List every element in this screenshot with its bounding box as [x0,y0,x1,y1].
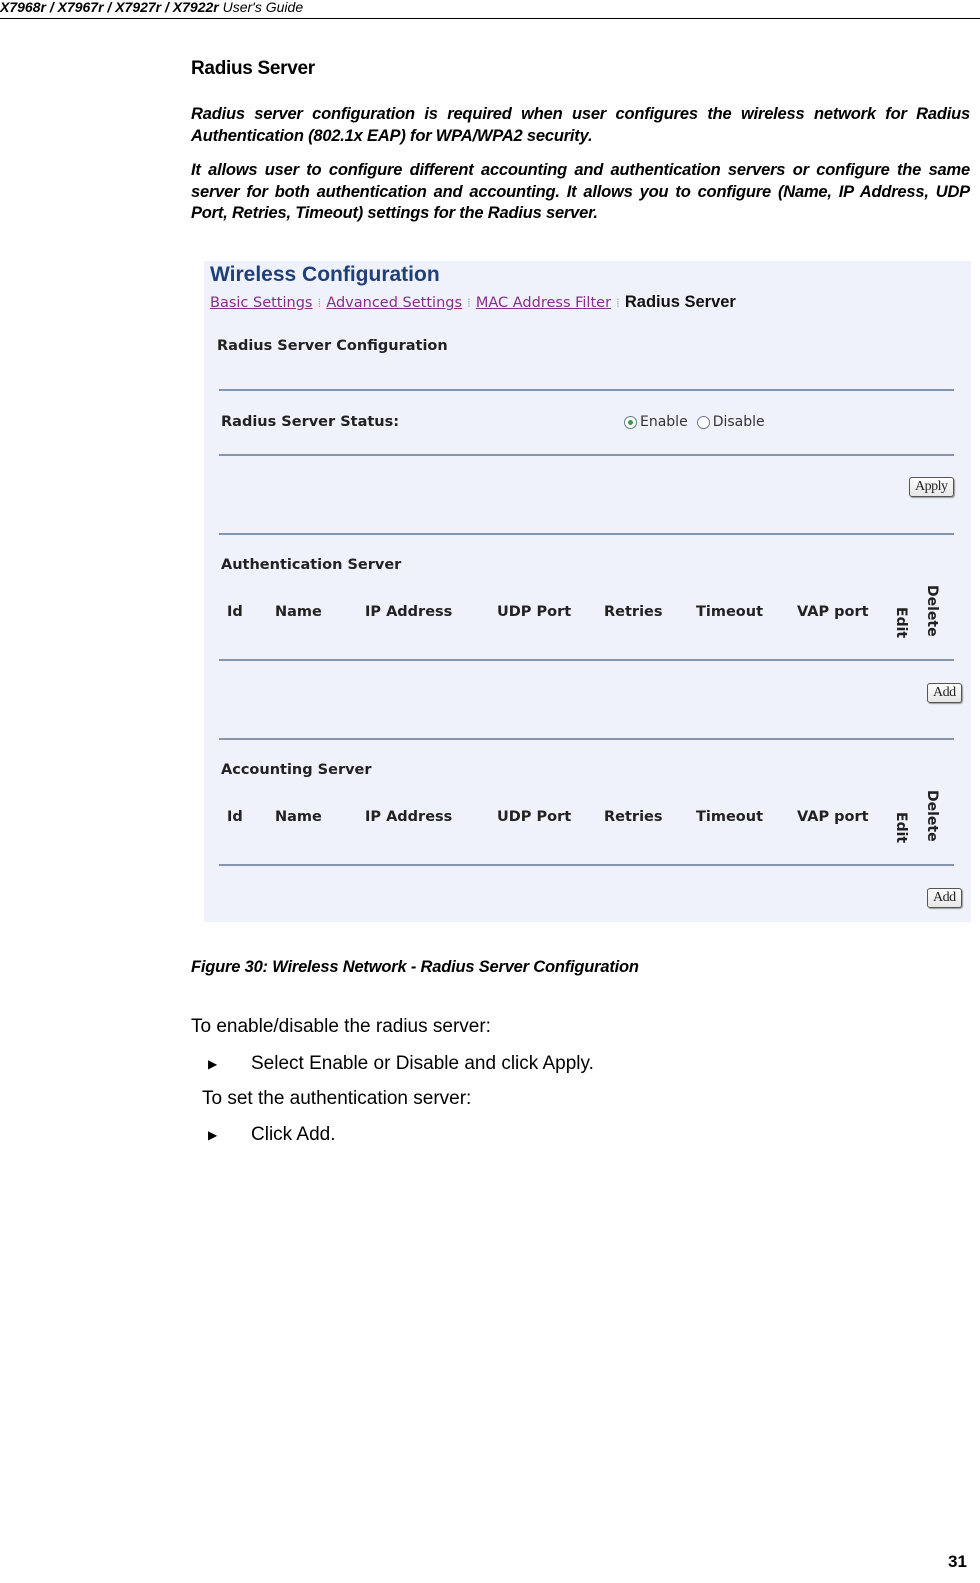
tab-basic-settings[interactable]: Basic Settings [210,295,312,311]
radius-server-screenshot: Wireless Configuration Basic Settings ⁞ Ad… [204,261,971,922]
column-header-retries: Retries [604,604,663,620]
divider [219,389,954,391]
intro-paragraph-2: It allows user to configure different ac… [191,161,970,222]
figure-caption: Figure 30: Wireless Network - Radius Ser… [191,958,639,976]
column-header-name: Name [275,809,322,825]
enable-radio[interactable] [624,415,637,429]
section-title: Radius Server [191,58,315,79]
column-header-delete: Delete [924,585,940,637]
column-header-vap-port: VAP port [797,809,869,825]
column-header-ip-address: IP Address [365,809,453,825]
add-accounting-server-button[interactable]: Add [927,888,962,908]
intro-paragraph-1: Radius server configuration is required … [191,105,970,145]
page-number: 31 [948,1552,967,1571]
radius-server-configuration-heading: Radius Server Configuration [217,338,448,354]
tab-advanced-settings[interactable]: Advanced Settings [326,295,462,311]
authentication-server-heading: Authentication Server [221,557,402,573]
wireless-configuration-title: Wireless Configuration [210,263,440,286]
divider [219,659,954,661]
disable-radio[interactable] [696,415,710,429]
divider [219,864,954,866]
column-header-udp-port: UDP Port [497,809,572,825]
divider [219,454,954,456]
column-header-timeout: Timeout [696,809,764,825]
enable-radio-label[interactable]: Enable [640,414,688,430]
tab-separator: ⁞ [467,296,471,310]
divider [219,533,954,535]
bullet-arrow-icon: ▶ [208,1128,218,1142]
tab-bar: Basic Settings ⁞ Advanced Settings ⁞ MAC Add… [210,293,736,312]
instruction-step-add: Click Add. [251,1124,336,1145]
divider [219,738,954,740]
apply-button[interactable]: Apply [909,477,954,497]
disable-radio-label[interactable]: Disable [713,414,765,430]
header-models: X7968r / X7967r / X7927r / X7922r [0,0,219,15]
column-header-delete: Delete [924,790,940,842]
column-header-vap-port: VAP port [797,604,869,620]
bullet-arrow-icon: ▶ [208,1057,218,1071]
tab-separator: ⁞ [317,296,322,310]
radius-server-status-label: Radius Server Status: [221,414,400,430]
column-header-id: Id [227,604,243,620]
add-authentication-server-button[interactable]: Add [927,683,962,703]
column-header-ip-address: IP Address [365,604,453,620]
instruction-enable-intro: To enable/disable the radius server: [191,1016,491,1037]
running-header: X7968r / X7967r / X7927r / X7922r User's… [0,0,980,19]
column-header-udp-port: UDP Port [497,604,572,620]
tab-mac-address-filter[interactable]: MAC Address Filter [476,295,611,311]
status-radio-group: Enable Disable [624,414,774,430]
column-header-edit: Edit [893,812,909,844]
accounting-server-heading: Accounting Server [221,762,372,778]
tab-separator: ⁞ [616,296,620,310]
instruction-auth-intro: To set the authentication server: [202,1088,472,1109]
column-header-edit: Edit [893,607,909,639]
column-header-id: Id [227,809,243,825]
column-header-timeout: Timeout [696,604,764,620]
tab-radius-server[interactable]: Radius Server [625,293,736,311]
column-header-retries: Retries [604,809,663,825]
instruction-step-apply: Select Enable or Disable and click Apply… [251,1053,594,1074]
column-header-name: Name [275,604,322,620]
header-guide: User's Guide [222,0,304,15]
